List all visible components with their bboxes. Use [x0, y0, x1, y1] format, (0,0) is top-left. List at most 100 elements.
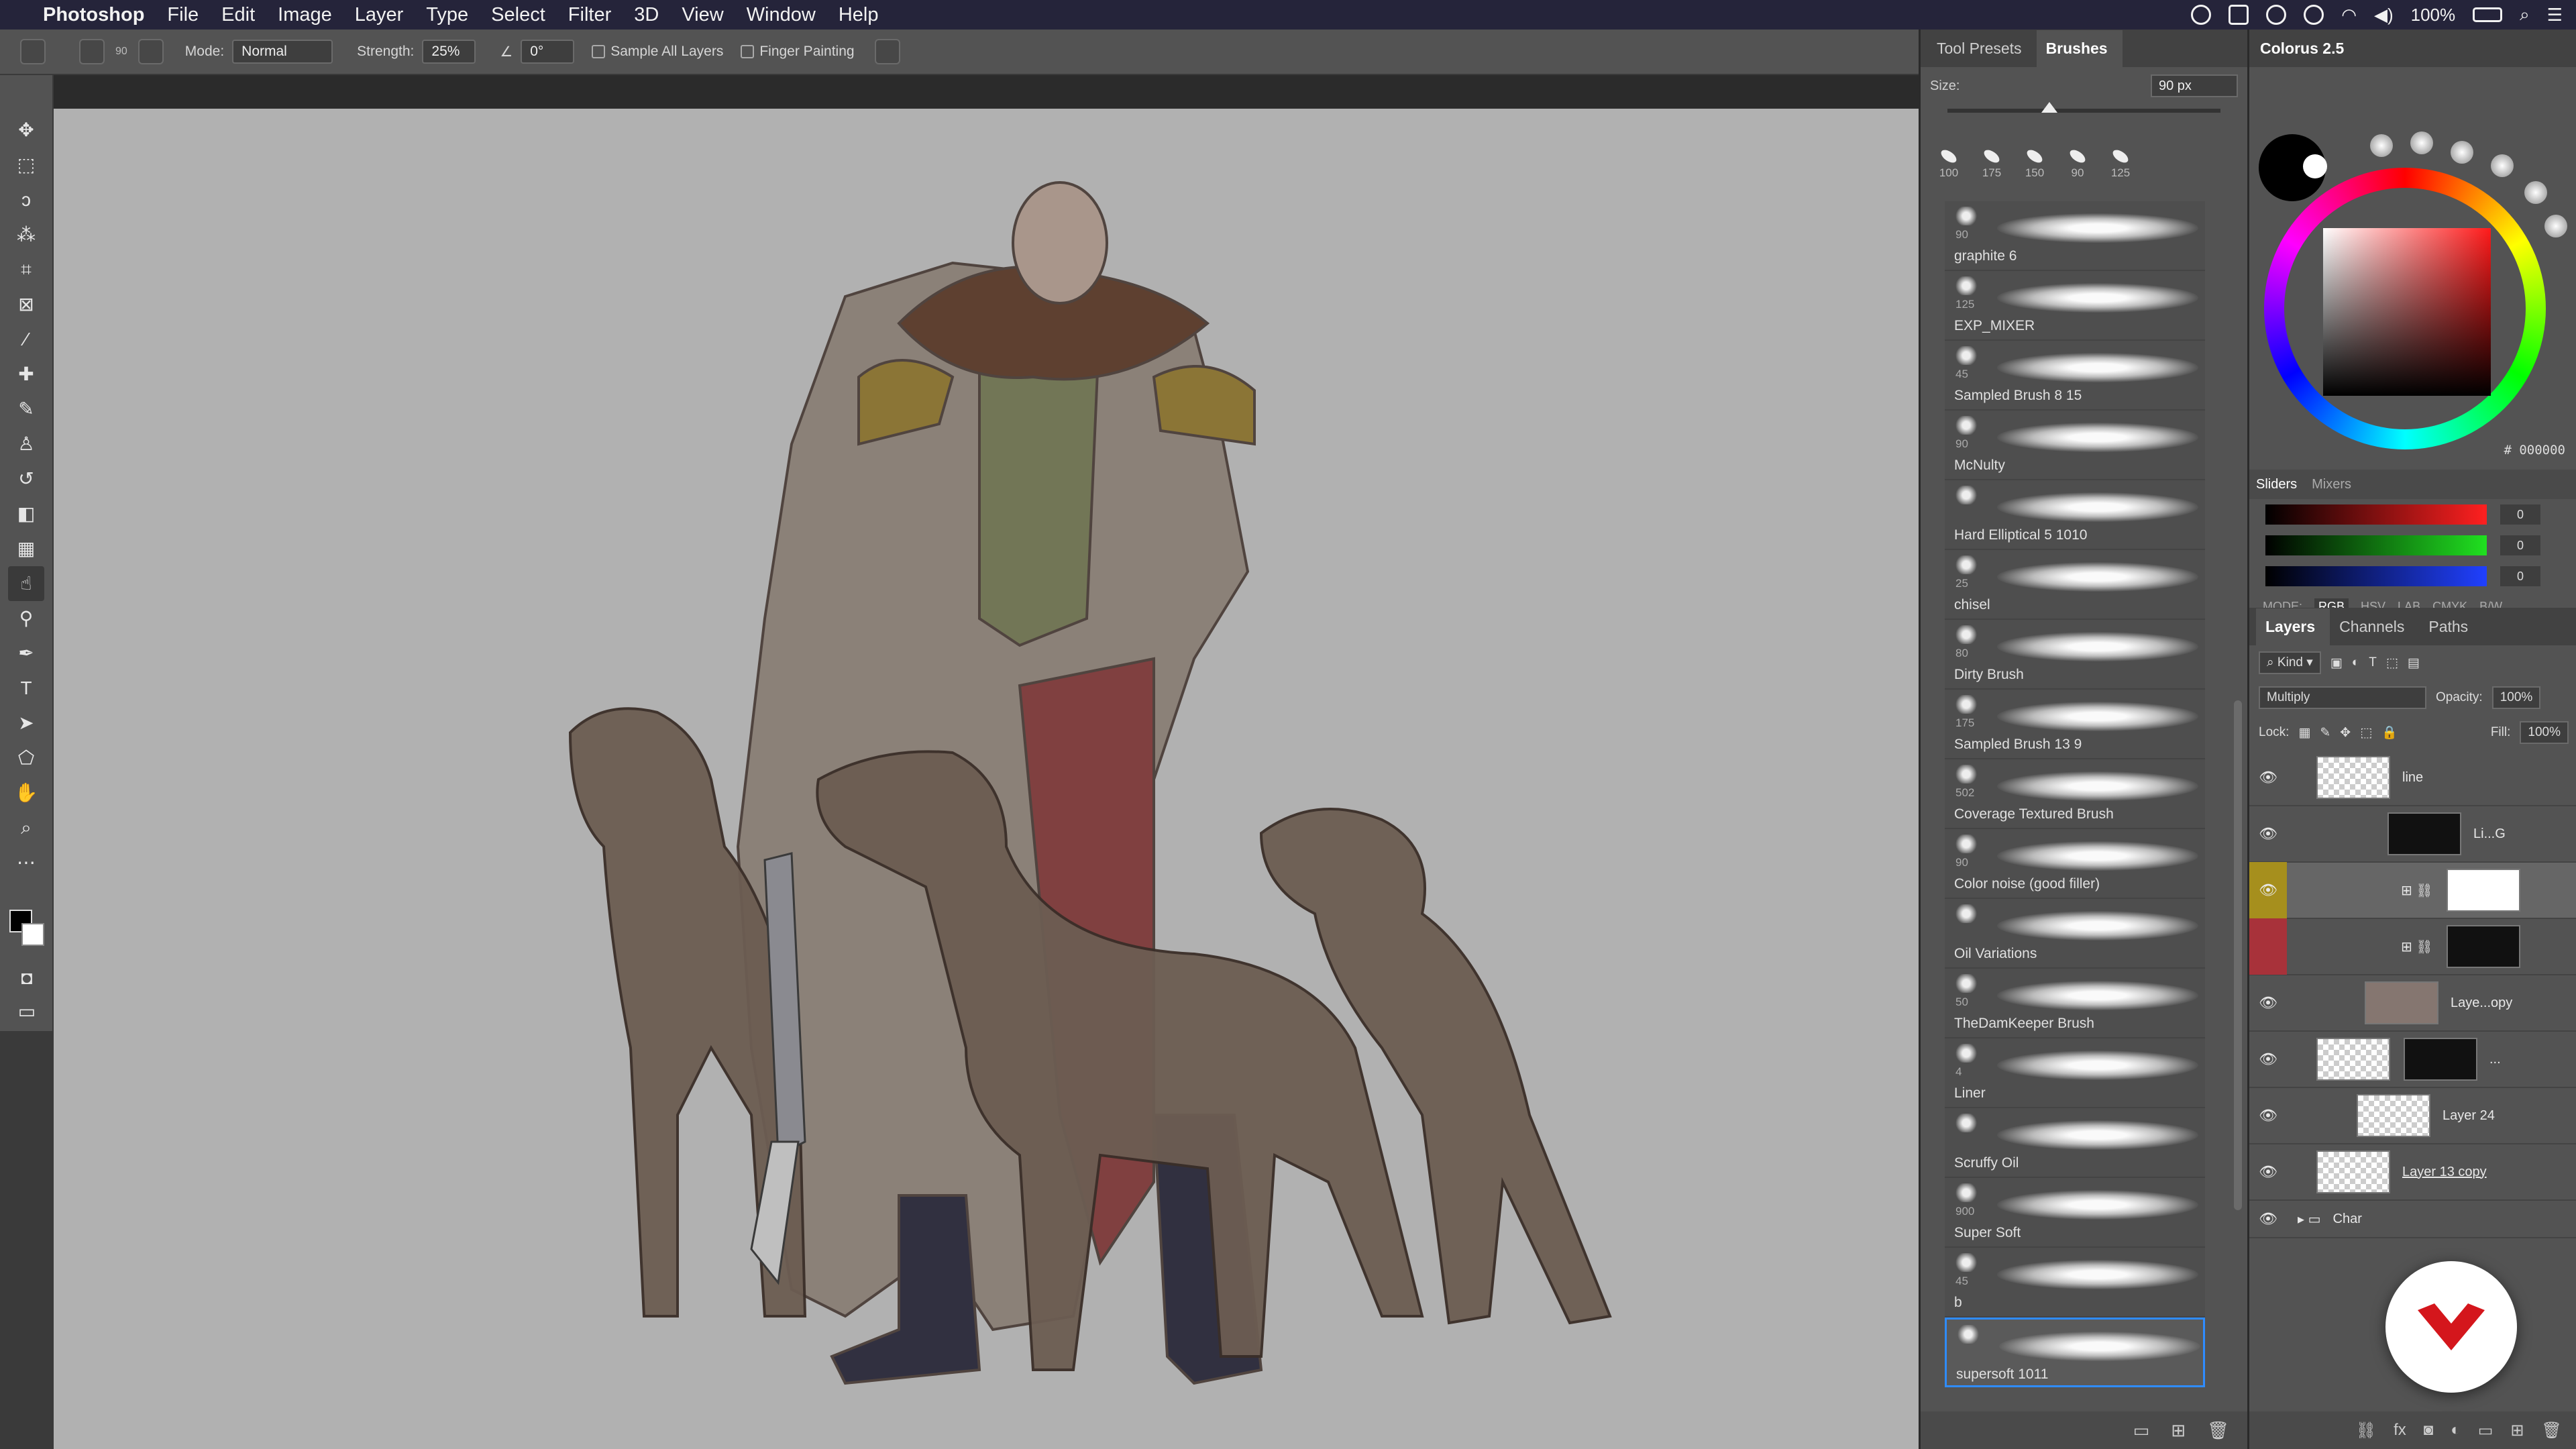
brush-preset-dot[interactable] [2410, 131, 2433, 154]
brush-preset-dot[interactable] [2544, 215, 2567, 237]
delete-brush-icon[interactable]: 🗑 [2207, 1420, 2229, 1441]
red-value[interactable]: 0 [2500, 504, 2540, 525]
size-input[interactable]: 90 px [2151, 74, 2238, 97]
layer-name[interactable]: Li...G [2473, 826, 2506, 842]
delete-layer-icon[interactable]: 🗑 [2542, 1421, 2562, 1440]
mask-link-icon[interactable]: ⊞ ⛓ [2401, 938, 2433, 955]
kind-filter-select[interactable]: ⌕ Kind ▾ [2259, 651, 2321, 674]
tab-mixers[interactable]: Mixers [2312, 477, 2351, 492]
visibility-eye-icon[interactable] [2249, 918, 2287, 975]
angle-input[interactable]: 0° [521, 40, 575, 64]
brush-preset[interactable]: 45 Sampled Brush 8 15 [1945, 341, 2205, 411]
saturation-value-square[interactable] [2323, 228, 2491, 396]
recent-brush[interactable]: 90 [2063, 147, 2092, 180]
more-tools-icon[interactable]: ⋯ [8, 845, 44, 880]
sample-all-checkbox[interactable] [592, 45, 606, 58]
green-slider[interactable] [2265, 535, 2487, 555]
strength-input[interactable]: 25% [422, 40, 476, 64]
layer-row[interactable]: 👁... [2249, 1032, 2576, 1088]
recent-brush[interactable]: 125 [2106, 147, 2135, 180]
menu-image[interactable]: Image [278, 4, 332, 26]
tab-paths[interactable]: Paths [2419, 618, 2483, 645]
adjustment-layer-icon[interactable]: ◐ [2451, 1421, 2461, 1440]
menu-file[interactable]: File [167, 4, 199, 26]
brush-preset-dot[interactable] [2491, 154, 2514, 177]
brush-preset[interactable]: 50 TheDamKeeper Brush [1945, 969, 2205, 1038]
visibility-eye-icon[interactable]: 👁 [2249, 1107, 2287, 1124]
tab-layers[interactable]: Layers [2256, 608, 2330, 645]
screen-mode-icon[interactable]: ▭ [9, 994, 45, 1029]
brush-preset[interactable]: 4 Liner [1945, 1038, 2205, 1108]
tab-brushes[interactable]: Brushes [2036, 30, 2123, 67]
eyedropper-tool-icon[interactable]: ⁄ [8, 322, 44, 357]
menu-type[interactable]: Type [426, 4, 468, 26]
mode-select[interactable]: Normal [232, 40, 333, 64]
layer-row[interactable]: 👁 Li...G [2249, 806, 2576, 863]
layer-name[interactable]: ... [2489, 1052, 2501, 1067]
filter-type-icon[interactable]: T [2369, 655, 2377, 670]
layer-row[interactable]: ⊞ ⛓ [2249, 918, 2576, 975]
menu-window[interactable]: Window [747, 4, 816, 26]
brush-size-indicator[interactable]: 90 [115, 46, 127, 58]
filter-smart-icon[interactable]: ▤ [2408, 655, 2420, 671]
opacity-input[interactable]: 100% [2491, 686, 2541, 709]
layer-name[interactable]: Laye...opy [2451, 996, 2512, 1011]
visibility-eye-icon[interactable]: 👁 [2249, 1163, 2287, 1181]
link-layers-icon[interactable]: ⛓ [2356, 1421, 2376, 1440]
creative-cloud-icon[interactable] [2191, 5, 2212, 25]
brush-preset[interactable]: 90 McNulty [1945, 411, 2205, 480]
wifi-icon[interactable]: ◠ [2341, 5, 2357, 25]
lock-transparency-icon[interactable]: ▦ [2298, 725, 2310, 741]
pressure-icon[interactable] [874, 39, 900, 64]
blend-mode-select[interactable]: Multiply [2259, 686, 2426, 709]
filter-adjustment-icon[interactable]: ◐ [2352, 655, 2359, 670]
brush-preset[interactable]: Oil Variations [1945, 899, 2205, 969]
brush-preset-dot[interactable] [2524, 181, 2547, 204]
visibility-eye-icon[interactable]: 👁 [2249, 769, 2287, 786]
filter-pixel-icon[interactable]: ▣ [2330, 655, 2343, 671]
mask-link-icon[interactable]: ⊞ ⛓ [2401, 882, 2433, 899]
home-icon[interactable] [20, 39, 46, 64]
dropbox-icon[interactable] [2229, 5, 2249, 25]
tab-sliders[interactable]: Sliders [2256, 477, 2297, 492]
menu-edit[interactable]: Edit [221, 4, 255, 26]
new-layer-icon[interactable]: ⊞ [2510, 1421, 2524, 1440]
finger-painting-checkbox[interactable] [741, 45, 755, 58]
layer-row[interactable]: 👁 Layer 13 copy [2249, 1144, 2576, 1201]
menu-layer[interactable]: Layer [355, 4, 404, 26]
brush-preset[interactable]: Scruffy Oil [1945, 1108, 2205, 1178]
recent-brush[interactable]: 100 [1934, 147, 1964, 180]
battery-percent[interactable]: 100% [2411, 5, 2456, 25]
blue-value[interactable]: 0 [2500, 566, 2540, 586]
brush-preset[interactable]: 125 EXP_MIXER [1945, 271, 2205, 341]
brush-preset-dot[interactable] [2370, 134, 2393, 157]
brush-preset[interactable]: supersoft 1011 [1945, 1318, 2205, 1387]
control-center-icon[interactable]: ☰ [2547, 5, 2563, 25]
frame-tool-icon[interactable]: ⊠ [8, 287, 44, 322]
green-value[interactable]: 0 [2500, 535, 2540, 555]
marquee-tool-icon[interactable]: ⬚ [8, 148, 44, 182]
tab-channels[interactable]: Channels [2330, 618, 2419, 645]
lock-artboard-icon[interactable]: ⬚ [2360, 725, 2372, 741]
layer-mask-thumbnail[interactable] [2446, 869, 2520, 912]
brush-preset[interactable]: 80 Dirty Brush [1945, 620, 2205, 690]
brush-preset-dot[interactable] [2451, 141, 2473, 164]
hex-value[interactable]: # 000000 [2504, 443, 2565, 458]
layer-mask-thumbnail[interactable] [2404, 1038, 2477, 1081]
layer-row[interactable]: 👁 Layer 24 [2249, 1088, 2576, 1144]
history-brush-icon[interactable]: ↺ [8, 462, 44, 496]
record-icon[interactable] [2304, 5, 2324, 25]
brush-preset[interactable]: 502 Coverage Textured Brush [1945, 759, 2205, 829]
brush-preset[interactable]: 90 Color noise (good filler) [1945, 829, 2205, 899]
layer-mask-thumbnail[interactable] [2446, 925, 2520, 968]
brush-settings-icon[interactable] [138, 39, 164, 64]
lock-position-icon[interactable]: ✥ [2340, 725, 2351, 741]
new-brush-icon[interactable]: ⊞ [2171, 1420, 2186, 1441]
stamp-tool-icon[interactable]: ♙ [8, 427, 44, 462]
path-select-tool-icon[interactable]: ➤ [8, 706, 44, 741]
red-slider[interactable] [2265, 504, 2487, 525]
hand-tool-icon[interactable]: ✋ [8, 775, 44, 810]
sync-icon[interactable] [2266, 5, 2287, 25]
fx-icon[interactable]: fx [2394, 1421, 2406, 1440]
blue-slider[interactable] [2265, 566, 2487, 586]
